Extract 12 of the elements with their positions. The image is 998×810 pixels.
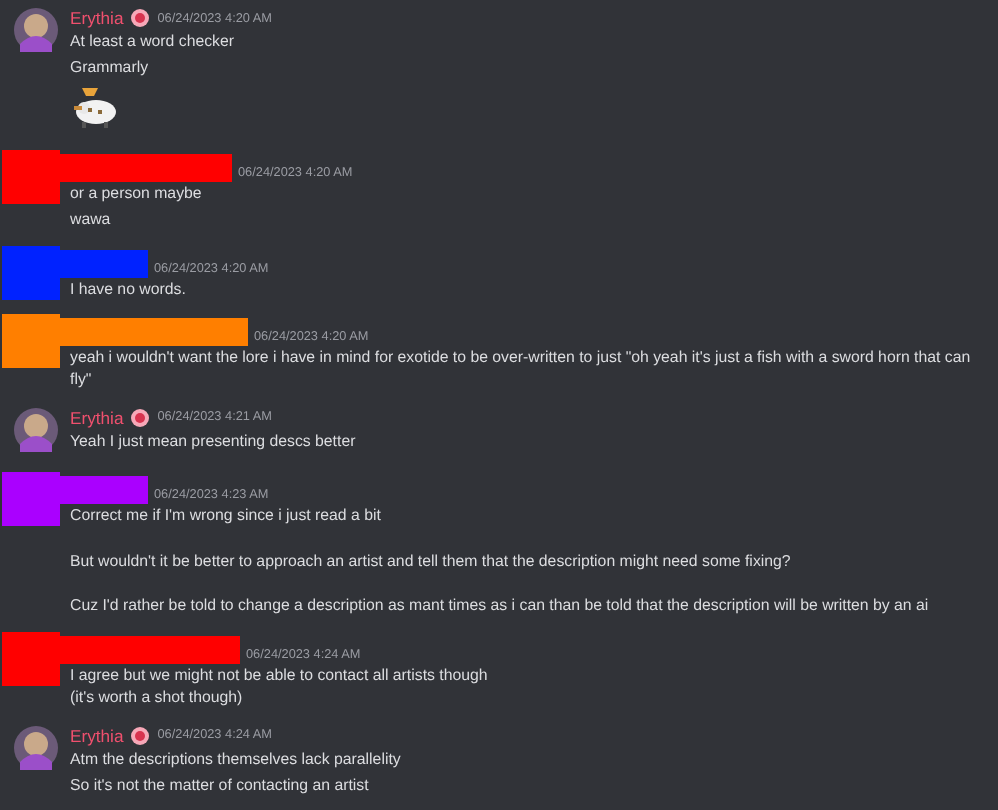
author-name[interactable]: Erythia — [70, 725, 124, 746]
redaction-bar — [60, 475, 148, 504]
avatar — [14, 407, 58, 452]
badge-icon — [129, 8, 150, 28]
sheep-sticker — [70, 84, 122, 129]
redaction-bar — [60, 249, 148, 278]
badge-icon — [129, 725, 150, 746]
avatar — [14, 725, 58, 770]
avatar — [14, 8, 58, 52]
author-name[interactable]: Erythia — [70, 8, 124, 28]
author-name[interactable]: Erythia — [70, 407, 124, 428]
badge-icon — [129, 407, 150, 428]
